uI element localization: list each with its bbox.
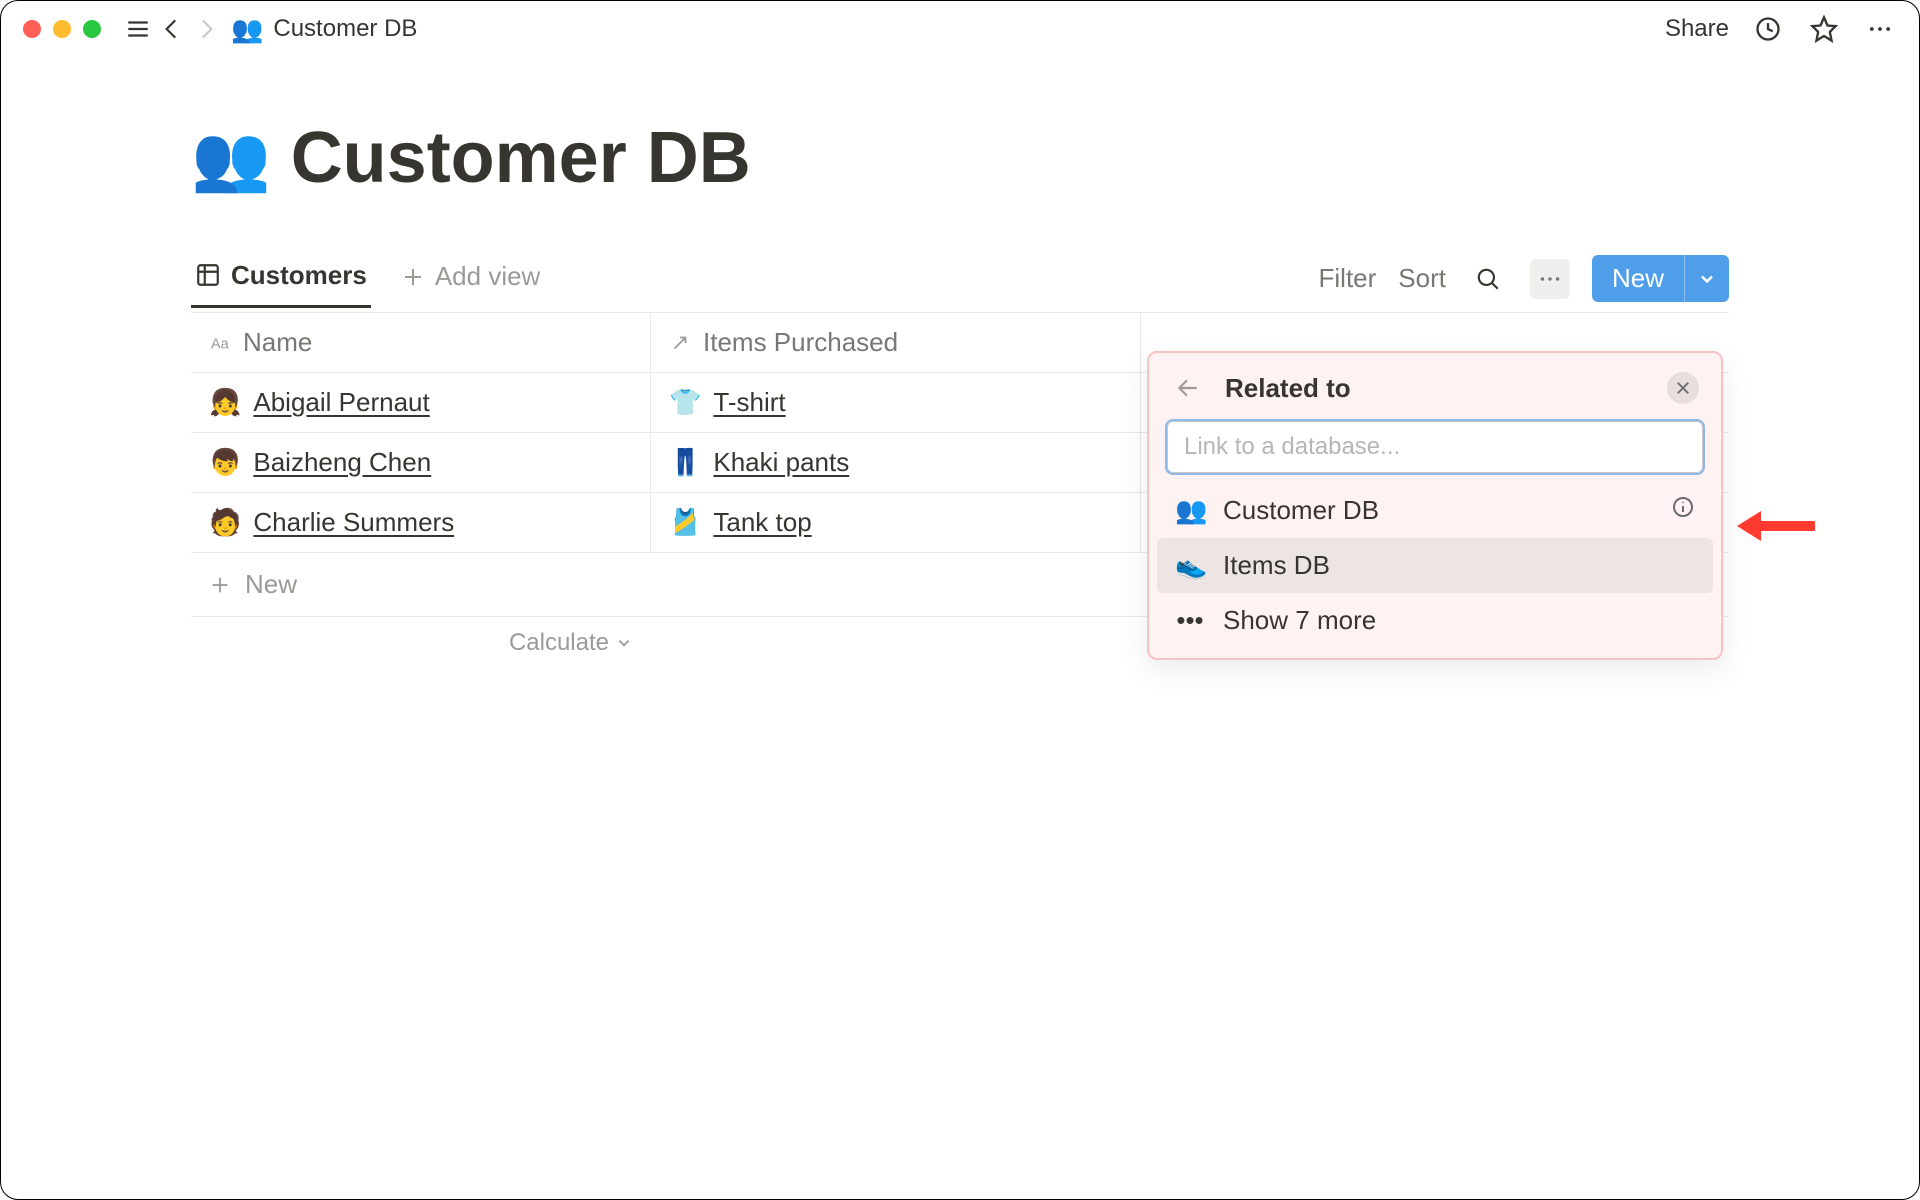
new-button[interactable]: New xyxy=(1592,255,1729,302)
database-views-bar: Customers Add view Filter Sort New xyxy=(191,255,1729,313)
cell-items-text: Khaki pants xyxy=(713,447,849,478)
option-label: Items DB xyxy=(1223,550,1330,581)
breadcrumb[interactable]: 👥 Customer DB xyxy=(231,14,417,45)
annotation-arrow-icon xyxy=(1735,501,1815,556)
option-icon: 👥 xyxy=(1175,495,1205,526)
page-title: 👥 Customer DB xyxy=(191,117,1729,199)
view-more-icon[interactable] xyxy=(1530,259,1570,299)
cell-items-text: Tank top xyxy=(713,507,811,538)
cell-name-text: Charlie Summers xyxy=(253,507,454,538)
favorite-star-icon[interactable] xyxy=(1807,12,1841,46)
more-icon[interactable] xyxy=(1863,12,1897,46)
popup-option-items-db[interactable]: 👟 Items DB xyxy=(1157,538,1713,593)
breadcrumb-icon: 👥 xyxy=(231,14,263,45)
nav-forward-icon xyxy=(189,12,223,46)
popup-show-more[interactable]: ••• Show 7 more xyxy=(1157,593,1713,648)
search-icon[interactable] xyxy=(1468,259,1508,299)
cell-items[interactable]: 🎽 Tank top xyxy=(651,493,1141,552)
chevron-down-icon xyxy=(615,634,633,652)
calculate-button[interactable]: Calculate xyxy=(191,617,651,669)
window-minimize-dot[interactable] xyxy=(53,20,71,38)
add-row-label: New xyxy=(245,569,297,600)
popup-title: Related to xyxy=(1225,373,1351,404)
page-title-text[interactable]: Customer DB xyxy=(291,117,751,199)
relation-popup: Related to 👥 Customer DB 👟 Items DB ••• … xyxy=(1147,351,1723,660)
svg-text:Aa: Aa xyxy=(211,336,230,352)
column-header-name[interactable]: Aa Name xyxy=(191,313,651,373)
ellipsis-icon: ••• xyxy=(1175,605,1205,636)
column-header-items[interactable]: Items Purchased xyxy=(651,313,1141,373)
cell-items-text: T-shirt xyxy=(713,387,785,418)
sort-button[interactable]: Sort xyxy=(1398,263,1446,294)
popup-back-icon[interactable] xyxy=(1171,371,1205,405)
filter-button[interactable]: Filter xyxy=(1319,263,1377,294)
add-view-label: Add view xyxy=(435,261,541,292)
item-emoji-icon: 👕 xyxy=(669,387,701,418)
cell-items[interactable]: 👕 T-shirt xyxy=(651,373,1141,432)
cell-name[interactable]: 👧 Abigail Pernaut xyxy=(191,373,651,432)
hamburger-icon[interactable] xyxy=(121,12,155,46)
calculate-label: Calculate xyxy=(509,629,609,657)
option-label: Customer DB xyxy=(1223,495,1379,526)
row-avatar-icon: 🧑 xyxy=(209,507,241,538)
row-avatar-icon: 👦 xyxy=(209,447,241,478)
tab-customers[interactable]: Customers xyxy=(191,260,371,308)
popup-options: 👥 Customer DB 👟 Items DB ••• Show 7 more xyxy=(1157,483,1713,648)
window-close-dot[interactable] xyxy=(23,20,41,38)
cell-items[interactable]: 👖 Khaki pants xyxy=(651,433,1141,492)
breadcrumb-title: Customer DB xyxy=(273,15,417,43)
item-emoji-icon: 🎽 xyxy=(669,507,701,538)
popup-header: Related to xyxy=(1157,367,1713,417)
show-more-label: Show 7 more xyxy=(1223,605,1376,636)
column-header-name-label: Name xyxy=(243,327,312,358)
window-topbar: 👥 Customer DB Share xyxy=(1,1,1919,57)
cell-name-text: Baizheng Chen xyxy=(253,447,431,478)
new-button-dropdown[interactable] xyxy=(1684,255,1729,302)
cell-name-text: Abigail Pernaut xyxy=(253,387,429,418)
window-zoom-dot[interactable] xyxy=(83,20,101,38)
view-controls: Filter Sort New xyxy=(1319,255,1729,312)
info-icon[interactable] xyxy=(1671,495,1695,526)
share-button[interactable]: Share xyxy=(1665,15,1729,43)
cell-name[interactable]: 🧑 Charlie Summers xyxy=(191,493,651,552)
popup-close-icon[interactable] xyxy=(1667,372,1699,404)
updates-icon[interactable] xyxy=(1751,12,1785,46)
cell-name[interactable]: 👦 Baizheng Chen xyxy=(191,433,651,492)
item-emoji-icon: 👖 xyxy=(669,447,701,478)
page-title-icon[interactable]: 👥 xyxy=(191,121,271,196)
nav-back-icon[interactable] xyxy=(155,12,189,46)
add-view-button[interactable]: Add view xyxy=(401,261,541,306)
popup-search xyxy=(1167,421,1703,473)
row-avatar-icon: 👧 xyxy=(209,387,241,418)
option-icon: 👟 xyxy=(1175,550,1205,581)
window-traffic-lights xyxy=(23,20,101,38)
column-header-items-label: Items Purchased xyxy=(703,327,898,358)
link-database-input[interactable] xyxy=(1167,421,1703,473)
tab-label: Customers xyxy=(231,260,367,291)
popup-option-customer-db[interactable]: 👥 Customer DB xyxy=(1157,483,1713,538)
new-button-label: New xyxy=(1592,255,1684,302)
topbar-actions: Share xyxy=(1665,12,1897,46)
